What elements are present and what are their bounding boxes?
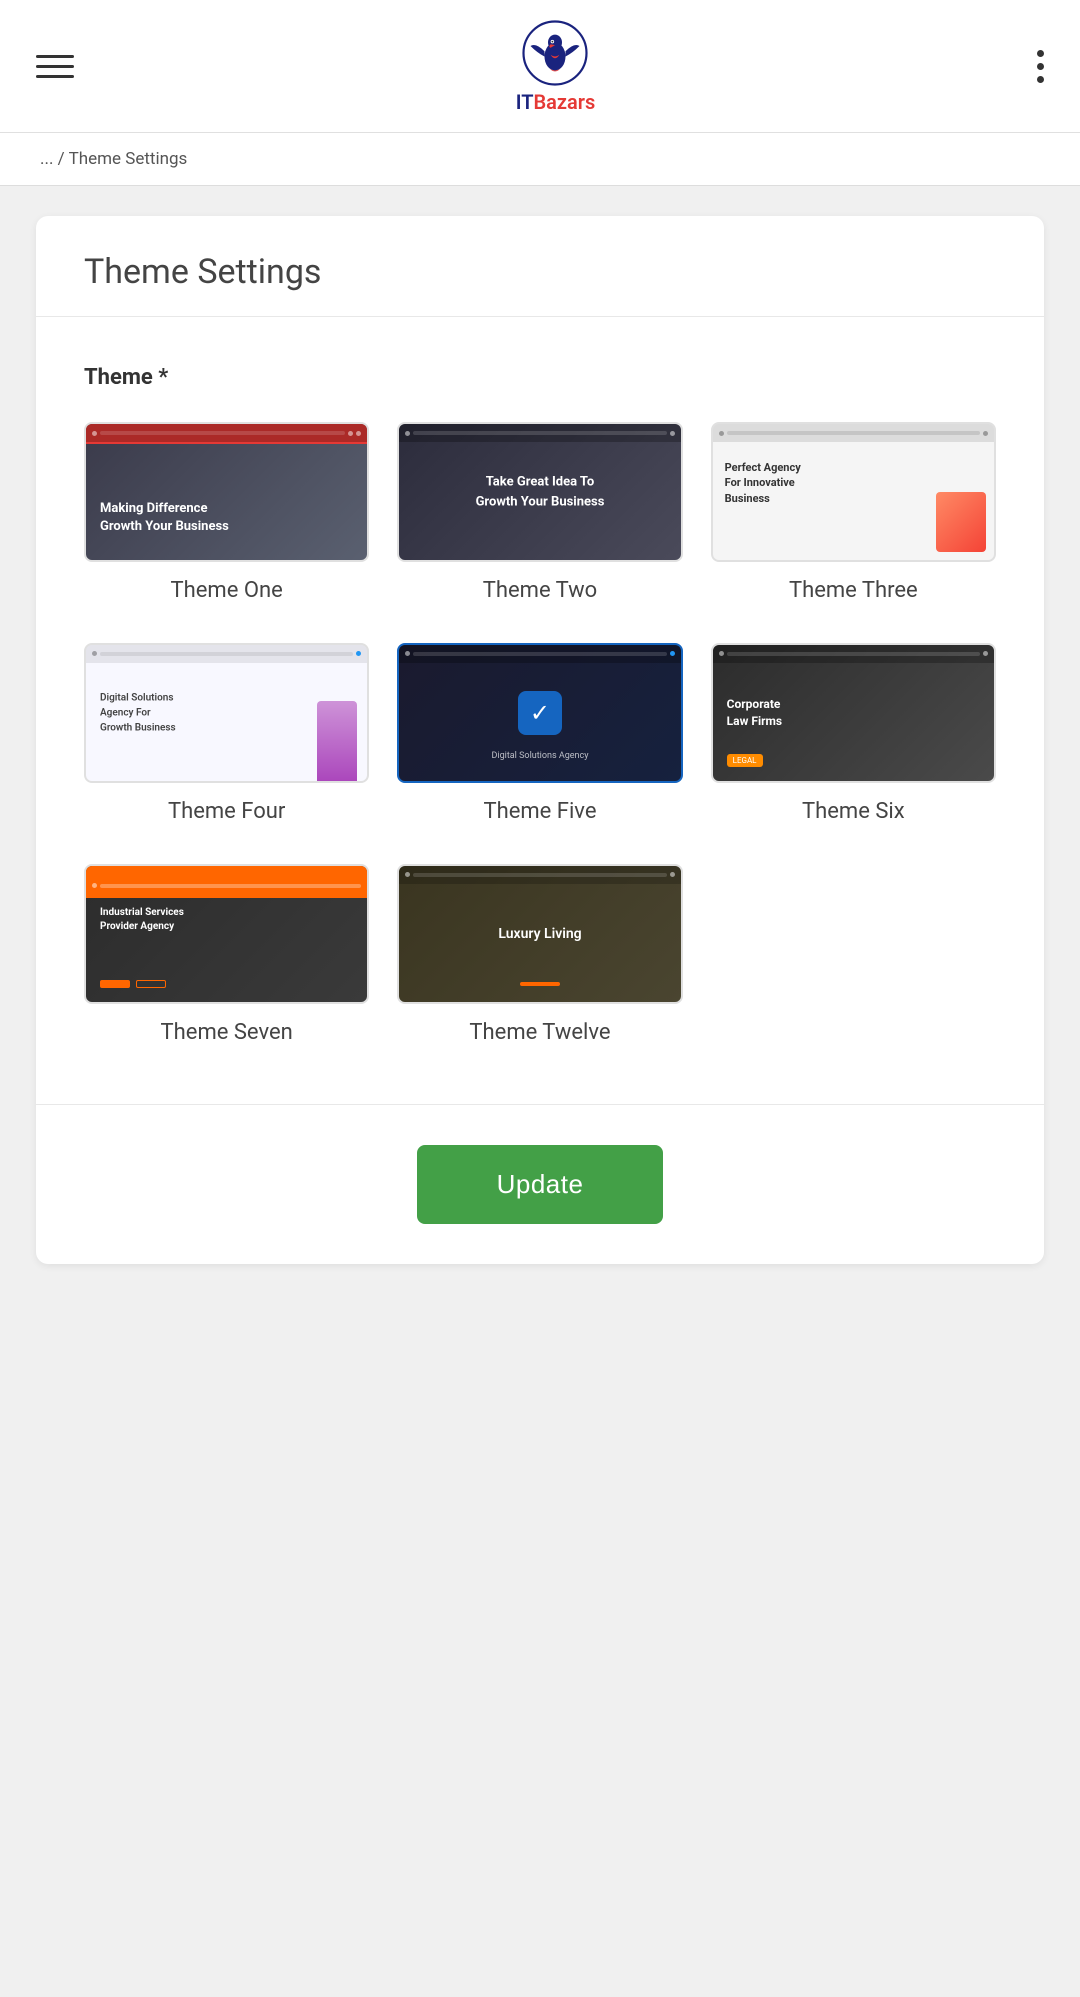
logo-icon: [520, 18, 590, 88]
theme-item-four[interactable]: Digital SolutionsAgency ForGrowth Busine…: [84, 643, 369, 828]
theme-thumbnail-twelve[interactable]: Luxury Living: [397, 864, 682, 1004]
theme-thumbnail-three[interactable]: Perfect AgencyFor InnovativeBusiness: [711, 422, 996, 562]
main-content: Theme Settings Theme * Making Difference…: [0, 186, 1080, 1294]
theme-thumbnail-five[interactable]: ✓ Digital Solutions Agency: [397, 643, 682, 783]
theme-two-label: Theme Two: [483, 576, 598, 607]
theme-five-selected-check: ✓: [518, 691, 562, 735]
theme-item-twelve[interactable]: Luxury Living Theme Twelve: [397, 864, 682, 1049]
theme-twelve-label: Theme Twelve: [469, 1018, 610, 1049]
card-header: Theme Settings: [36, 216, 1044, 317]
logo: ITBazars: [516, 18, 596, 114]
theme-five-label: Theme Five: [483, 797, 596, 828]
theme-thumbnail-four[interactable]: Digital SolutionsAgency ForGrowth Busine…: [84, 643, 369, 783]
theme-seven-label: Theme Seven: [161, 1018, 293, 1049]
theme-settings-card: Theme Settings Theme * Making Difference…: [36, 216, 1044, 1264]
more-options-button[interactable]: [1037, 50, 1044, 83]
theme-grid: Making DifferenceGrowth Your Business Th…: [84, 422, 996, 1048]
theme-seven-preview-text: Industrial ServicesProvider Agency: [100, 906, 184, 934]
theme-six-label: Theme Six: [802, 797, 905, 828]
card-footer: Update: [36, 1104, 1044, 1264]
theme-item-three[interactable]: Perfect AgencyFor InnovativeBusiness The…: [711, 422, 996, 607]
breadcrumb: ... / Theme Settings: [0, 133, 1080, 186]
theme-five-preview-text: Digital Solutions Agency: [491, 751, 588, 761]
theme-thumbnail-two[interactable]: Take Great Idea ToGrowth Your Business: [397, 422, 682, 562]
hamburger-menu[interactable]: [36, 55, 74, 78]
theme-two-preview-text: Take Great Idea ToGrowth Your Business: [476, 473, 605, 512]
theme-four-preview-text: Digital SolutionsAgency ForGrowth Busine…: [100, 690, 176, 735]
theme-item-one[interactable]: Making DifferenceGrowth Your Business Th…: [84, 422, 369, 607]
theme-twelve-preview-text: Luxury Living: [498, 926, 581, 942]
theme-field-label: Theme *: [84, 365, 996, 390]
theme-six-badge: LEGAL: [727, 754, 763, 767]
theme-item-six[interactable]: CorporateLaw Firms LEGAL Theme Six: [711, 643, 996, 828]
theme-item-seven[interactable]: Industrial ServicesProvider Agency Theme…: [84, 864, 369, 1049]
page-title: Theme Settings: [84, 252, 996, 292]
logo-text: ITBazars: [516, 90, 596, 114]
theme-one-label: Theme One: [171, 576, 283, 607]
card-body: Theme * Making DifferenceGrowth Your Bus…: [36, 317, 1044, 1104]
theme-three-label: Theme Three: [789, 576, 918, 607]
theme-item-five[interactable]: ✓ Digital Solutions Agency Theme Five: [397, 643, 682, 828]
update-button[interactable]: Update: [417, 1145, 664, 1224]
theme-thumbnail-six[interactable]: CorporateLaw Firms LEGAL: [711, 643, 996, 783]
theme-item-two[interactable]: Take Great Idea ToGrowth Your Business T…: [397, 422, 682, 607]
app-header: ITBazars: [0, 0, 1080, 133]
theme-six-preview-text: CorporateLaw Firms: [727, 696, 782, 730]
theme-four-label: Theme Four: [168, 797, 285, 828]
theme-thumbnail-one[interactable]: Making DifferenceGrowth Your Business: [84, 422, 369, 562]
theme-thumbnail-seven[interactable]: Industrial ServicesProvider Agency: [84, 864, 369, 1004]
theme-one-preview-text: Making DifferenceGrowth Your Business: [100, 500, 229, 536]
